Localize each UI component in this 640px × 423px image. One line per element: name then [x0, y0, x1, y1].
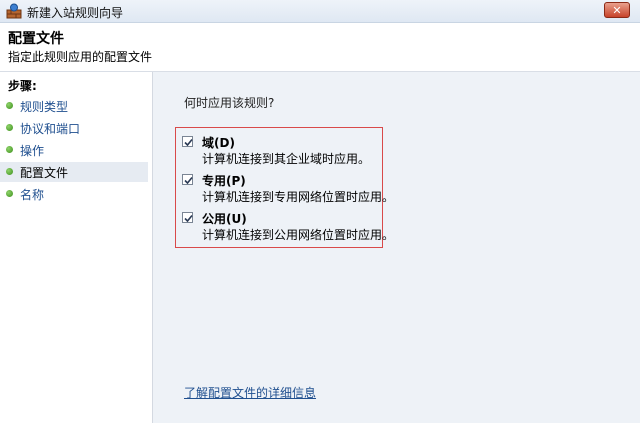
public-checkbox[interactable] — [182, 212, 193, 223]
close-icon: ✕ — [612, 4, 622, 17]
profile-options-box: 域(D) 计算机连接到其企业域时应用。 专用(P) 计算机连接到专用网络位置时应… — [175, 127, 394, 248]
sidebar-item-action[interactable]: 操作 — [0, 140, 148, 160]
steps-sidebar: 步骤: 规则类型 协议和端口 操作 配置文件 名称 — [0, 72, 153, 423]
firewall-app-icon — [6, 3, 22, 19]
close-button[interactable]: ✕ — [604, 2, 630, 18]
option-description: 计算机连接到其企业域时应用。 — [202, 152, 371, 166]
main-content: 何时应用该规则? 域(D) 计算机连接到其企业域时应用。 专用(P) 计算机连接… — [153, 72, 640, 423]
sidebar-item-label: 名称 — [20, 188, 45, 202]
step-bullet-icon — [6, 190, 13, 197]
sidebar-item-name[interactable]: 名称 — [0, 184, 148, 204]
private-checkbox[interactable] — [182, 174, 193, 185]
learn-more-link[interactable]: 了解配置文件的详细信息 — [184, 384, 316, 401]
step-bullet-icon — [6, 146, 13, 153]
sidebar-item-label: 协议和端口 — [20, 122, 81, 136]
steps-heading: 步骤: — [8, 79, 37, 93]
sidebar-item-protocol-port[interactable]: 协议和端口 — [0, 118, 148, 138]
option-private: 专用(P) 计算机连接到专用网络位置时应用。 — [182, 172, 394, 208]
option-title: 公用(U) — [202, 212, 247, 226]
step-bullet-icon — [6, 102, 13, 109]
sidebar-item-profile[interactable]: 配置文件 — [0, 162, 148, 182]
question-text: 何时应用该规则? — [184, 96, 275, 110]
sidebar-item-label: 规则类型 — [20, 100, 69, 114]
page-subtitle: 指定此规则应用的配置文件 — [8, 50, 153, 64]
checkmark-icon — [184, 176, 193, 185]
page-title: 配置文件 — [8, 31, 64, 47]
step-bullet-icon — [6, 168, 13, 175]
checkmark-icon — [184, 138, 193, 147]
page-header: 配置文件 指定此规则应用的配置文件 — [0, 23, 640, 72]
window-title: 新建入站规则向导 — [27, 6, 124, 20]
sidebar-item-label: 操作 — [20, 144, 45, 158]
option-public: 公用(U) 计算机连接到公用网络位置时应用。 — [182, 210, 394, 246]
checkmark-icon — [184, 214, 193, 223]
option-domain: 域(D) 计算机连接到其企业域时应用。 — [182, 134, 378, 170]
title-bar: 新建入站规则向导 ✕ — [0, 0, 640, 23]
sidebar-item-label: 配置文件 — [20, 166, 69, 180]
option-description: 计算机连接到专用网络位置时应用。 — [202, 190, 395, 204]
sidebar-item-rule-type[interactable]: 规则类型 — [0, 96, 148, 116]
option-title: 域(D) — [202, 136, 235, 150]
option-description: 计算机连接到公用网络位置时应用。 — [202, 228, 395, 242]
domain-checkbox[interactable] — [182, 136, 193, 147]
step-bullet-icon — [6, 124, 13, 131]
option-title: 专用(P) — [202, 174, 246, 188]
